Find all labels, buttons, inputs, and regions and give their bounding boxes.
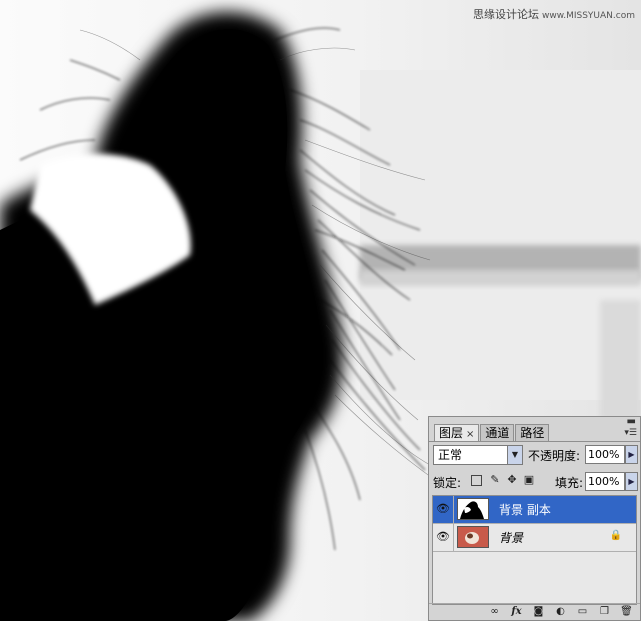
layer-thumbnail: [457, 498, 489, 520]
blend-row: 正常 ▼ 不透明度: 100% ▶: [433, 445, 638, 467]
chevron-down-icon[interactable]: ▼: [507, 446, 522, 464]
blend-mode-value: 正常: [438, 448, 463, 462]
tab-channels[interactable]: 通道: [480, 424, 515, 441]
lock-image-brush-icon[interactable]: ✎: [488, 473, 502, 487]
watermark-text: 思缘设计论坛: [472, 8, 539, 21]
fx-icon[interactable]: fx: [509, 606, 524, 618]
tab-paths-label: 路径: [520, 426, 545, 440]
layer-thumbnail: [457, 526, 489, 548]
lock-options: ✎ ✥ ▣: [471, 473, 539, 487]
fill-input[interactable]: 100%: [585, 472, 625, 491]
watermark: 思缘设计论坛 www.MISSYUAN.com: [473, 6, 635, 22]
layers-list: 👁 背景 副本 👁 背景 🔒: [432, 495, 637, 605]
watermark-site: www.MISSYUAN.com: [541, 11, 635, 21]
layer-row-background-copy[interactable]: 👁 背景 副本: [433, 496, 636, 524]
adjustment-icon[interactable]: ◐: [553, 606, 568, 618]
eye-icon[interactable]: 👁: [435, 530, 451, 544]
mask-icon[interactable]: ◙: [531, 606, 546, 618]
lock-transparent-icon[interactable]: [471, 475, 482, 486]
trash-icon[interactable]: 🗑: [619, 606, 634, 618]
lock-all-icon[interactable]: ▣: [522, 473, 536, 487]
close-tab-icon[interactable]: ×: [466, 429, 474, 440]
eye-icon[interactable]: 👁: [435, 502, 451, 516]
tab-divider: [429, 441, 640, 442]
lock-position-move-icon[interactable]: ✥: [505, 473, 519, 487]
lock-icon: 🔒: [609, 530, 622, 541]
link-icon[interactable]: ∞: [487, 606, 502, 618]
layers-panel: ▬ 图层 × 通道 路径 ▾☰ 正常 ▼ 不透明度: 100% ▶ 锁定: ✎ ✥…: [428, 416, 641, 621]
panel-tabs: 图层 × 通道 路径: [434, 424, 550, 441]
tab-channels-label: 通道: [485, 426, 510, 440]
opacity-label: 不透明度:: [528, 449, 581, 463]
lock-row: 锁定: ✎ ✥ ▣ 填充: 100% ▶: [433, 471, 638, 493]
opacity-input[interactable]: 100%: [585, 445, 625, 464]
lock-label: 锁定:: [433, 476, 462, 490]
blend-mode-select[interactable]: 正常 ▼: [433, 445, 523, 465]
opacity-slider-arrow-icon[interactable]: ▶: [625, 445, 638, 464]
panel-footer: ∞ fx ◙ ◐ ▭ ❐ 🗑: [429, 603, 640, 620]
fill-slider-arrow-icon[interactable]: ▶: [625, 472, 638, 491]
footer-icons: ∞ fx ◙ ◐ ▭ ❐ 🗑: [480, 606, 634, 618]
layer-row-background[interactable]: 👁 背景 🔒: [433, 524, 636, 552]
collapse-panel-icon[interactable]: ▬: [627, 416, 636, 427]
layer-name: 背景 副本: [499, 503, 551, 517]
layer-name: 背景: [499, 531, 524, 545]
tab-layers[interactable]: 图层 ×: [434, 424, 480, 441]
tab-paths[interactable]: 路径: [515, 424, 550, 441]
tab-layers-label: 图层: [439, 426, 464, 440]
panel-menu-icon[interactable]: ▾☰: [624, 428, 637, 438]
folder-icon[interactable]: ▭: [575, 606, 590, 618]
fill-label: 填充:: [555, 476, 584, 490]
new-layer-icon[interactable]: ❐: [597, 606, 612, 618]
